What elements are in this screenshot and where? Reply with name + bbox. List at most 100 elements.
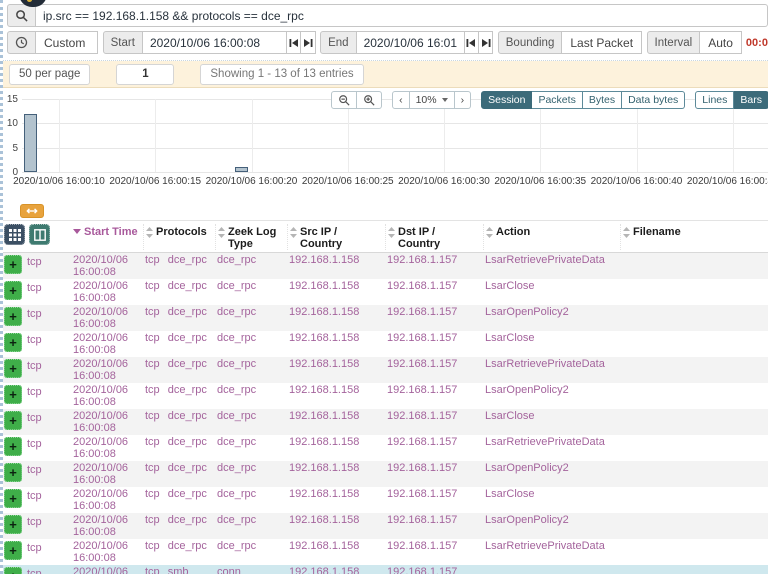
- expand-session-button[interactable]: +: [4, 567, 22, 574]
- cell-dst-ip[interactable]: 192.168.1.157: [385, 435, 483, 450]
- cell-action[interactable]: LsarClose: [483, 331, 620, 346]
- pan-right-icon[interactable]: ›: [454, 91, 472, 109]
- cell-src-ip[interactable]: 192.168.1.158: [287, 331, 385, 346]
- cell-zeek-log-type[interactable]: conn: [215, 565, 287, 574]
- chart-bar[interactable]: [235, 167, 249, 172]
- start-skip-forward-button[interactable]: [301, 31, 316, 54]
- cell-src-ip[interactable]: 192.168.1.158: [287, 513, 385, 528]
- cell-zeek-log-type[interactable]: dce_rpc: [215, 331, 287, 346]
- cell-action[interactable]: LsarRetrievePrivateData: [483, 253, 620, 268]
- expand-session-button[interactable]: +: [4, 463, 22, 482]
- cell-dst-ip[interactable]: 192.168.1.157: [385, 253, 483, 268]
- expand-session-button[interactable]: +: [4, 333, 22, 352]
- cell-protocols[interactable]: tcp dce_rpc: [143, 513, 215, 528]
- cell-src-ip[interactable]: 192.168.1.158: [287, 279, 385, 294]
- cell-protocols[interactable]: tcp dce_rpc: [143, 461, 215, 476]
- cell-src-ip[interactable]: 192.168.1.158: [287, 435, 385, 450]
- cell-action[interactable]: LsarRetrievePrivateData: [483, 539, 620, 554]
- cell-protocols[interactable]: tcp dce_rpc: [143, 331, 215, 346]
- cell-src-ip[interactable]: 192.168.1.158: [287, 253, 385, 268]
- cell-protocols[interactable]: tcp dce_rpc: [143, 357, 215, 372]
- cell-action[interactable]: LsarOpenPolicy2: [483, 461, 620, 476]
- cell-src-ip[interactable]: 192.168.1.158: [287, 357, 385, 372]
- cell-start-time[interactable]: 2020/10/06 16:00:08: [71, 487, 143, 513]
- cell-dst-ip[interactable]: 192.168.1.157: [385, 305, 483, 320]
- cell-zeek-log-type[interactable]: dce_rpc: [215, 279, 287, 294]
- toggle-grid-view-button[interactable]: [4, 224, 25, 245]
- view-button-session[interactable]: Session: [481, 91, 533, 109]
- cell-zeek-log-type[interactable]: dce_rpc: [215, 435, 287, 450]
- cell-start-time[interactable]: 2020/10/06 16:00:08: [71, 383, 143, 409]
- end-skip-back-button[interactable]: [464, 31, 479, 54]
- cell-zeek-log-type[interactable]: dce_rpc: [215, 409, 287, 424]
- cell-action[interactable]: LsarRetrievePrivateData: [483, 357, 620, 372]
- cell-zeek-log-type[interactable]: dce_rpc: [215, 487, 287, 502]
- cell-dst-ip[interactable]: 192.168.1.157: [385, 539, 483, 554]
- cell-dst-ip[interactable]: 192.168.1.157: [385, 357, 483, 372]
- cell-start-time[interactable]: 2020/10/06 16:00:08: [71, 331, 143, 357]
- start-skip-back-button[interactable]: [286, 31, 302, 54]
- cell-start-time[interactable]: 2020/10/06 16:00:08: [71, 253, 143, 279]
- cell-start-time[interactable]: 2020/10/06 16:00:08: [71, 461, 143, 487]
- cell-zeek-log-type[interactable]: dce_rpc: [215, 461, 287, 476]
- cell-zeek-log-type[interactable]: dce_rpc: [215, 357, 287, 372]
- chart-bar[interactable]: [23, 113, 37, 172]
- expand-session-button[interactable]: +: [4, 515, 22, 534]
- cell-start-time[interactable]: 2020/10/06 16:00:08: [71, 513, 143, 539]
- interval-select[interactable]: Auto: [700, 31, 742, 54]
- time-range-select[interactable]: Custom: [36, 31, 99, 54]
- cell-src-ip[interactable]: 192.168.1.158: [287, 461, 385, 476]
- cell-zeek-log-type[interactable]: dce_rpc: [215, 539, 287, 554]
- view-button-data-bytes[interactable]: Data bytes: [622, 91, 686, 109]
- page-button-1[interactable]: 1: [116, 63, 175, 85]
- cell-src-ip[interactable]: 192.168.1.158: [287, 565, 385, 574]
- view-button-bytes[interactable]: Bytes: [582, 91, 623, 109]
- cell-dst-ip[interactable]: 192.168.1.157: [385, 565, 483, 574]
- cell-protocols[interactable]: tcp dce_rpc: [143, 539, 215, 554]
- cell-start-time[interactable]: 2020/10/06 16:00:08: [71, 565, 143, 574]
- expand-session-button[interactable]: +: [4, 489, 22, 508]
- cell-src-ip[interactable]: 192.168.1.158: [287, 539, 385, 554]
- cell-action[interactable]: LsarClose: [483, 409, 620, 424]
- expand-session-button[interactable]: +: [4, 411, 22, 430]
- cell-src-ip[interactable]: 192.168.1.158: [287, 305, 385, 320]
- expand-session-button[interactable]: +: [4, 541, 22, 560]
- fit-columns-button[interactable]: [20, 204, 44, 218]
- cell-dst-ip[interactable]: 192.168.1.157: [385, 513, 483, 528]
- column-header-zeek-log-type[interactable]: Zeek Log Type: [215, 224, 287, 250]
- cell-start-time[interactable]: 2020/10/06 16:00:08: [71, 357, 143, 383]
- cell-action[interactable]: LsarRetrievePrivateData: [483, 435, 620, 450]
- toggle-columns-button[interactable]: [29, 224, 50, 245]
- cell-protocols[interactable]: tcp dce_rpc: [143, 409, 215, 424]
- expand-session-button[interactable]: +: [4, 437, 22, 456]
- cell-src-ip[interactable]: 192.168.1.158: [287, 487, 385, 502]
- cell-dst-ip[interactable]: 192.168.1.157: [385, 487, 483, 502]
- cell-dst-ip[interactable]: 192.168.1.157: [385, 383, 483, 398]
- zoom-out-icon[interactable]: [331, 91, 358, 109]
- cell-start-time[interactable]: 2020/10/06 16:00:08: [71, 539, 143, 565]
- zoom-level-select[interactable]: 10%: [409, 91, 455, 109]
- style-button-bars[interactable]: Bars: [734, 91, 768, 109]
- column-header-src-ip[interactable]: Src IP / Country: [287, 224, 385, 250]
- cell-zeek-log-type[interactable]: dce_rpc: [215, 383, 287, 398]
- cell-src-ip[interactable]: 192.168.1.158: [287, 383, 385, 398]
- expand-session-button[interactable]: +: [4, 307, 22, 326]
- cell-protocols[interactable]: tcp dce_rpc: [143, 305, 215, 320]
- cell-dst-ip[interactable]: 192.168.1.157: [385, 331, 483, 346]
- cell-dst-ip[interactable]: 192.168.1.157: [385, 461, 483, 476]
- cell-dst-ip[interactable]: 192.168.1.157: [385, 279, 483, 294]
- end-skip-forward-button[interactable]: [478, 31, 494, 54]
- pan-left-icon[interactable]: ‹: [392, 91, 410, 109]
- expand-session-button[interactable]: +: [4, 359, 22, 378]
- search-input[interactable]: [36, 4, 768, 27]
- cell-action[interactable]: LsarOpenPolicy2: [483, 513, 620, 528]
- style-button-lines[interactable]: Lines: [695, 91, 735, 109]
- start-time-input[interactable]: [142, 31, 287, 54]
- column-header-protocols[interactable]: Protocols: [143, 224, 215, 250]
- cell-protocols[interactable]: tcp dce_rpc: [143, 435, 215, 450]
- bounding-select[interactable]: Last Packet: [562, 31, 643, 54]
- cell-zeek-log-type[interactable]: dce_rpc: [215, 513, 287, 528]
- expand-session-button[interactable]: +: [4, 255, 22, 274]
- end-time-input[interactable]: [356, 31, 465, 54]
- cell-src-ip[interactable]: 192.168.1.158: [287, 409, 385, 424]
